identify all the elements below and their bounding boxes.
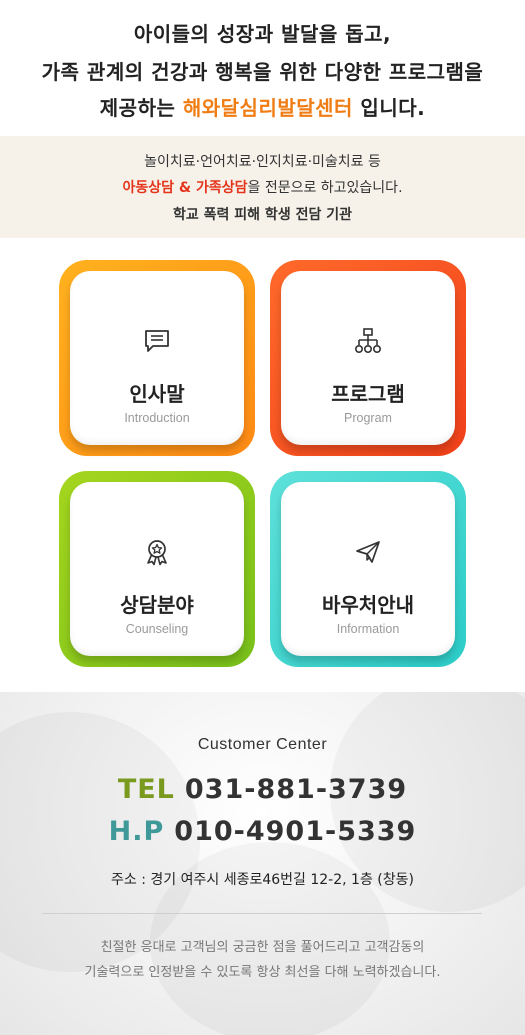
card-title: 상담분야 [120,593,194,617]
card-subtitle: Program [344,411,392,425]
card-title: 프로그램 [331,382,405,406]
specialty-rest: 을 전문으로 하고있습니다. [247,180,403,196]
sitemap-icon [354,328,381,353]
customer-center: Customer Center TEL 031-881-3739 H.P 010-4… [0,692,525,1035]
card-inner: 인사말 Introduction [70,271,244,445]
card-title: 바우처안내 [322,593,414,617]
hero-line-3-prefix: 제공하는 [99,96,176,120]
address: 주소 : 경기 여주시 세종로46번길 12-2, 1층 (창동) [111,872,414,888]
center-name: 해와달심리발달센터 [182,96,353,120]
service-note-1: 친절한 응대로 고객님의 궁금한 점을 풀어드리고 고객감동의 [100,940,425,955]
hp-line[interactable]: H.P 010-4901-5339 [0,816,525,847]
card-program[interactable]: 프로그램 Program [270,260,466,456]
customer-center-title: Customer Center [197,736,328,753]
hp-number[interactable]: 010-4901-5339 [174,816,416,847]
specialty-highlight: 아동상담 & 가족상담 [122,180,248,196]
paper-plane-icon [356,541,380,563]
therapy-list: 놀이치료·언어치료·인지치료·미술치료 등 [144,154,381,170]
tel-number[interactable]: 031-881-3739 [185,774,407,805]
hero-line-3-suffix: 입니다. [360,96,426,120]
tel-line[interactable]: TEL 031-881-3739 [0,774,525,805]
hp-label: H.P [108,816,165,847]
service-note-2: 기술력으로 인정받을 수 있도록 항상 최선을 다해 노력하겠습니다. [84,965,441,980]
divider [42,913,482,914]
services-band: 놀이치료·언어치료·인지치료·미술치료 등 아동상담 & 가족상담을 전문으로 … [0,136,525,238]
chat-icon [145,330,169,352]
hero-line-3: 제공하는 해와달심리발달센터 입니다. [0,92,525,121]
card-inner: 바우처안내 Information [281,482,455,656]
hero-section: 아이들의 성장과 발달을 돕고, 가족 관계의 건강과 행복을 위한 다양한 프… [0,0,525,135]
card-counseling[interactable]: 상담분야 Counseling [59,471,255,667]
card-inner: 프로그램 Program [281,271,455,445]
school-violence-line: 학교 폭력 피해 학생 전담 기관 [173,207,352,223]
card-voucher[interactable]: 바우처안내 Information [270,471,466,667]
card-subtitle: Information [336,622,400,636]
card-subtitle: Introduction [124,411,190,425]
card-introduction[interactable]: 인사말 Introduction [59,260,255,456]
card-subtitle: Counseling [125,622,189,636]
tel-label: TEL [117,774,175,805]
hero-line-1: 아이들의 성장과 발달을 돕고, [133,22,392,46]
specialty-line: 아동상담 & 가족상담을 전문으로 하고있습니다. [0,177,525,197]
card-inner: 상담분야 Counseling [70,482,244,656]
hero-line-2: 가족 관계의 건강과 행복을 위한 다양한 프로그램을 [41,60,484,84]
card-title: 인사말 [129,382,185,406]
award-icon [147,540,167,566]
